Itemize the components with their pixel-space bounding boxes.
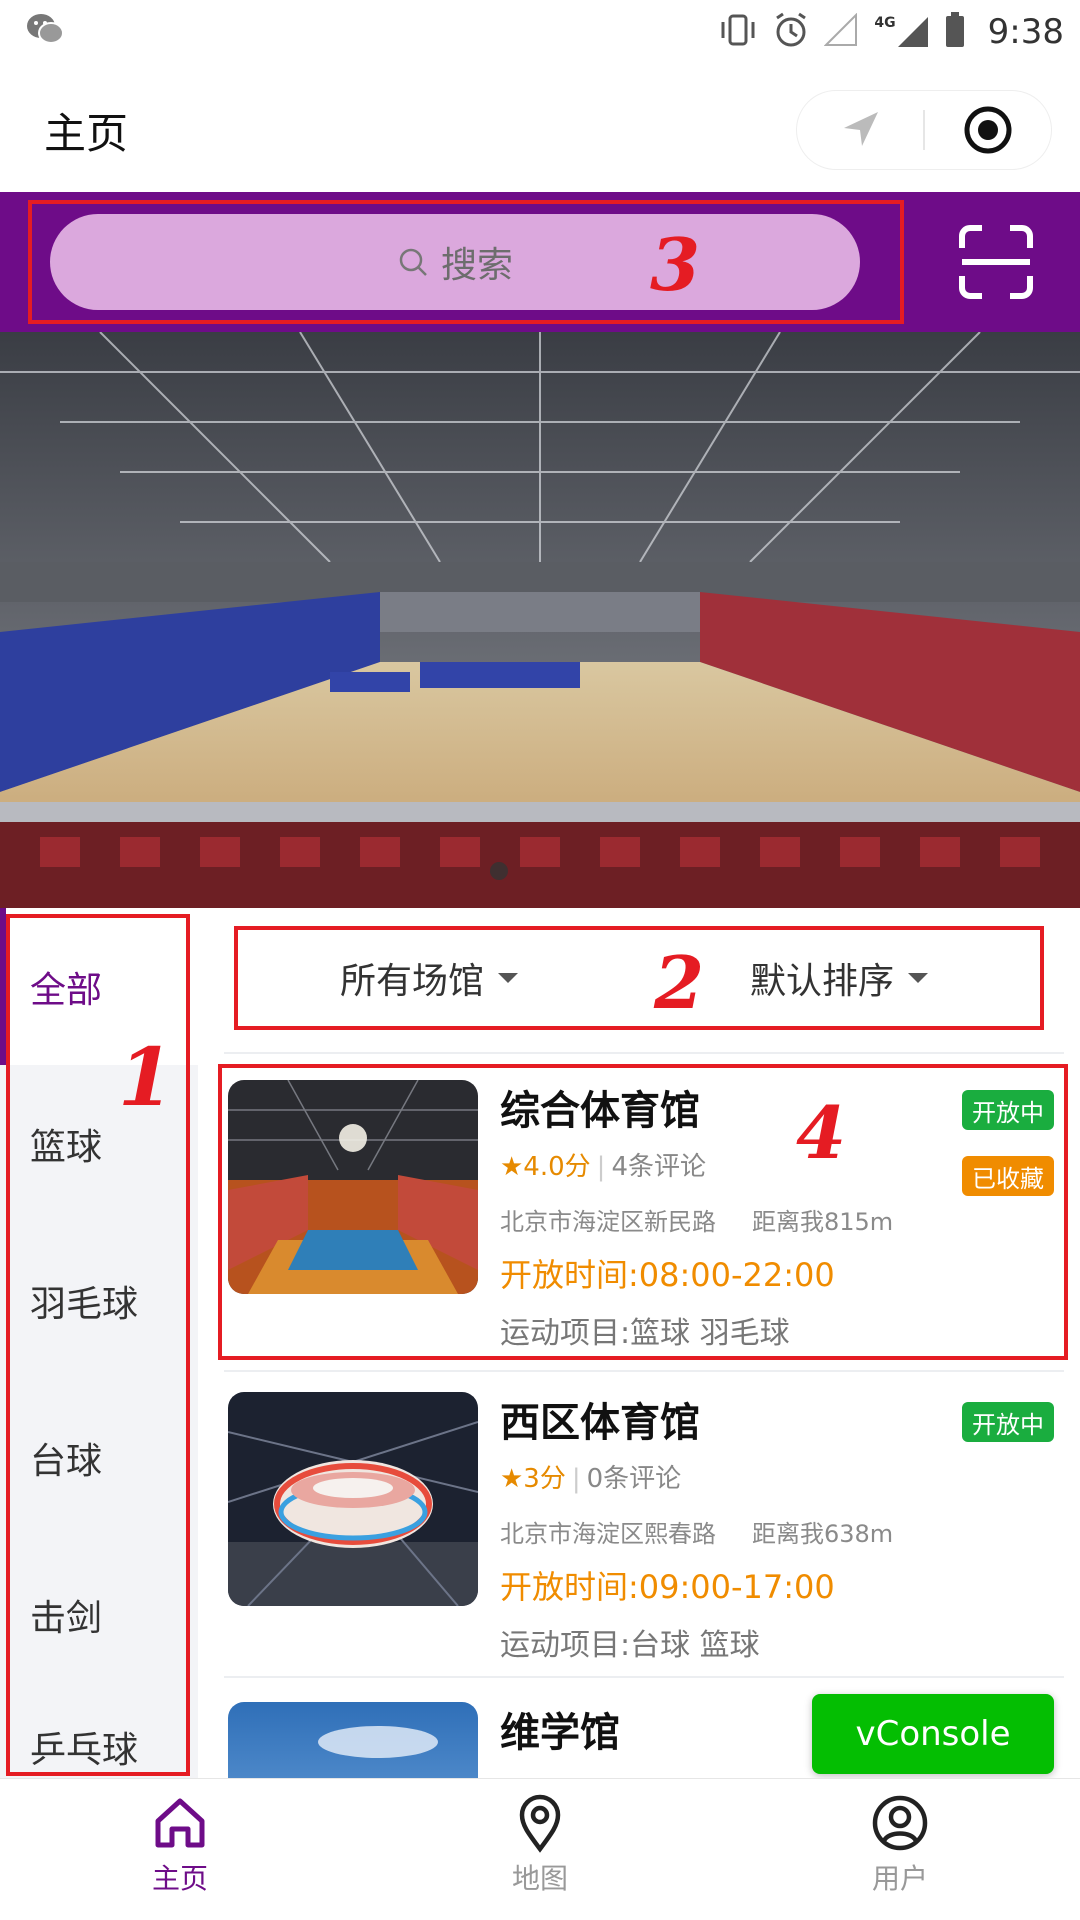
close-program-button[interactable] — [925, 91, 1051, 169]
carousel-indicator[interactable] — [490, 862, 508, 880]
scan-button[interactable] — [958, 224, 1034, 304]
map-pin-icon — [519, 1794, 561, 1853]
venue-rating: ★3分 | 0条评论 — [500, 1464, 682, 1494]
scan-icon — [959, 225, 1033, 299]
venue-thumbnail — [228, 1392, 478, 1606]
annotation-label-2: 2 — [654, 940, 705, 1025]
venue-sports: 运动项目:台球 篮球 — [500, 1628, 760, 1663]
signal-icon: 4G — [874, 15, 929, 49]
venue-address-row: 北京市海淀区熙春路 距离我638m — [500, 1514, 893, 1549]
venue-distance: 距离我638m — [752, 1520, 894, 1548]
tab-label: 主页 — [151, 1862, 208, 1895]
annotation-label-1: 1 — [118, 1030, 174, 1124]
alarm-icon — [772, 11, 810, 53]
location-arrow-icon — [844, 112, 878, 146]
tab-bar: 主页 地图 用户 — [0, 1778, 1080, 1920]
no-signal-icon — [823, 12, 860, 51]
rating-score: ★3分 — [500, 1464, 566, 1494]
user-icon — [872, 1795, 928, 1851]
tab-home[interactable]: 主页 — [0, 1779, 360, 1920]
annotation-box-2 — [234, 926, 1044, 1030]
venue-thumbnail — [228, 1702, 478, 1778]
vconsole-button[interactable]: vConsole — [812, 1694, 1054, 1774]
review-count: 0条评论 — [586, 1464, 682, 1494]
tab-label: 地图 — [511, 1862, 568, 1895]
battery-icon — [944, 11, 966, 53]
arena-photo — [0, 332, 1080, 908]
clock: 9:38 — [987, 12, 1064, 52]
divider — [224, 1676, 1064, 1678]
tab-user[interactable]: 用户 — [720, 1779, 1080, 1920]
venue-name: 维学馆 — [500, 1710, 620, 1756]
page-title: 主页 — [44, 109, 129, 158]
target-icon — [964, 106, 1012, 154]
divider — [224, 1370, 1064, 1372]
nav-header: 主页 — [0, 64, 1080, 192]
wechat-icon — [26, 12, 64, 50]
annotation-label-3: 3 — [650, 222, 701, 307]
vibrate-icon — [718, 12, 758, 52]
tab-map[interactable]: 地图 — [360, 1779, 720, 1920]
status-bar: 4G 9:38 — [0, 0, 1080, 64]
status-badge: 开放中 — [962, 1402, 1054, 1442]
search-bar: 搜索 3 — [0, 192, 1080, 332]
annotation-label-4: 4 — [796, 1090, 847, 1175]
home-icon — [155, 1798, 205, 1848]
banner-carousel[interactable] — [0, 332, 1080, 908]
annotation-box-3 — [28, 200, 904, 324]
network-type: 4G — [874, 15, 896, 31]
venue-card[interactable]: 西区体育馆 ★3分 | 0条评论 北京市海淀区熙春路 距离我638m 开放时间:09:… — [224, 1382, 1064, 1682]
annotation-box-4 — [218, 1064, 1068, 1360]
venue-hours: 开放时间:09:00-17:00 — [500, 1568, 835, 1606]
location-button[interactable] — [797, 91, 923, 169]
divider — [224, 1052, 1064, 1054]
tab-label: 用户 — [871, 1862, 928, 1895]
venue-name: 西区体育馆 — [500, 1400, 700, 1446]
mini-program-capsule — [796, 90, 1052, 170]
venue-address: 北京市海淀区熙春路 — [500, 1520, 716, 1548]
